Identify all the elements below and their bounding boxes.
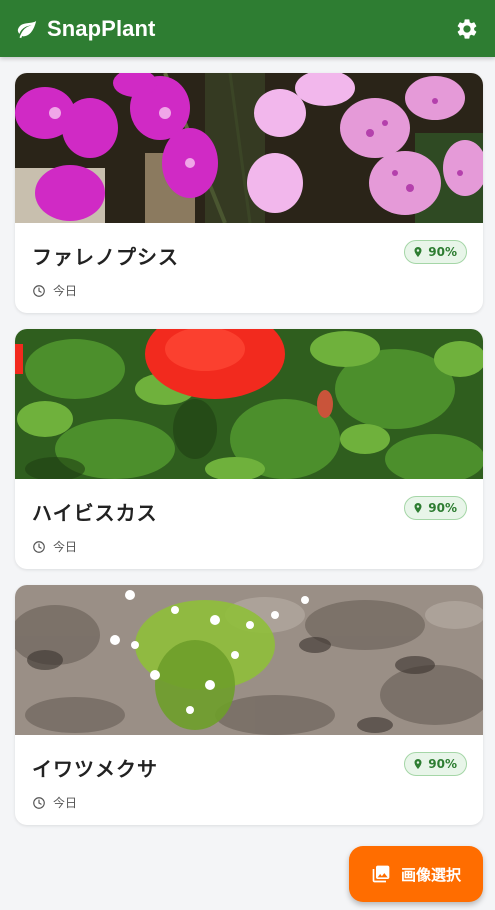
plant-list: ファレノプシス 90% 今日 ハイビスカス 90% 今日 イワツメクサ 90% … <box>15 73 483 841</box>
plant-photo <box>15 329 483 479</box>
select-image-label: 画像選択 <box>400 865 461 884</box>
plant-card[interactable]: イワツメクサ 90% 今日 <box>15 585 483 825</box>
confidence-badge: 90% <box>404 496 467 520</box>
clock-icon <box>32 540 46 554</box>
location-pin-icon <box>412 246 424 258</box>
confidence-value: 90% <box>428 757 457 771</box>
confidence-value: 90% <box>428 501 457 515</box>
plant-name: イワツメクサ <box>32 757 158 781</box>
clock-icon <box>32 284 46 298</box>
confidence-badge: 90% <box>404 240 467 264</box>
plant-name: ファレノプシス <box>32 245 179 269</box>
clock-icon <box>32 796 46 810</box>
leaf-icon <box>16 18 38 40</box>
plant-photo <box>15 73 483 223</box>
location-pin-icon <box>412 758 424 770</box>
confidence-value: 90% <box>428 245 457 259</box>
location-pin-icon <box>412 502 424 514</box>
date-text: 今日 <box>53 540 78 554</box>
date-row: 今日 <box>32 794 77 811</box>
confidence-badge: 90% <box>404 752 467 776</box>
plant-photo <box>15 585 483 735</box>
image-gallery-icon <box>371 864 391 884</box>
select-image-button[interactable]: 画像選択 <box>349 846 483 902</box>
app-bar: SnapPlant <box>0 0 495 57</box>
plant-card[interactable]: ハイビスカス 90% 今日 <box>15 329 483 569</box>
date-row: 今日 <box>32 282 77 299</box>
date-text: 今日 <box>53 796 78 810</box>
date-row: 今日 <box>32 538 77 555</box>
date-text: 今日 <box>53 284 78 298</box>
app-title: SnapPlant <box>47 15 156 41</box>
gear-icon[interactable] <box>455 17 479 41</box>
plant-card[interactable]: ファレノプシス 90% 今日 <box>15 73 483 313</box>
plant-name: ハイビスカス <box>32 501 158 525</box>
